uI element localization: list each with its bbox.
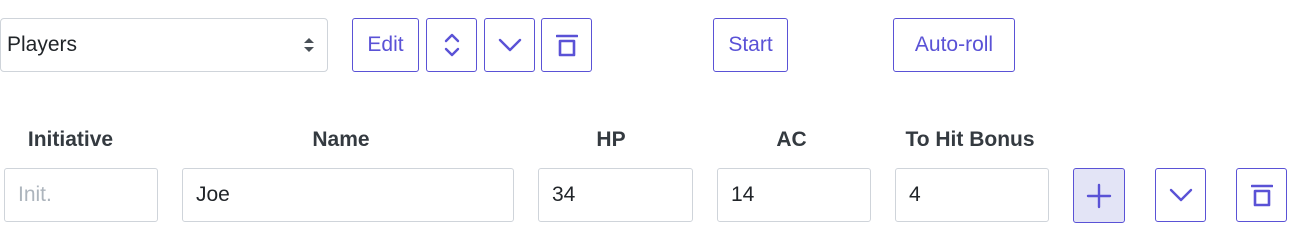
- hp-input[interactable]: [538, 168, 693, 222]
- delete-row-button[interactable]: [1236, 168, 1287, 222]
- plus-icon: [1086, 183, 1112, 208]
- trash-icon: [555, 34, 578, 57]
- header-name: Name: [312, 128, 370, 151]
- header-ac: AC: [776, 128, 807, 151]
- sort-caret-icon: [304, 38, 314, 52]
- edit-button-label: Edit: [367, 33, 404, 56]
- expand-row-button[interactable]: [1155, 168, 1206, 222]
- auto-roll-button[interactable]: Auto-roll: [893, 18, 1015, 72]
- start-button[interactable]: Start: [713, 18, 788, 72]
- trash-icon: [1250, 184, 1273, 207]
- group-select-value: Players: [7, 33, 78, 56]
- edit-button[interactable]: Edit: [352, 18, 419, 72]
- to-hit-bonus-input[interactable]: [895, 168, 1049, 222]
- header-initiative: Initiative: [27, 128, 114, 151]
- ac-input[interactable]: [717, 168, 871, 222]
- group-select[interactable]: Players: [0, 18, 328, 72]
- auto-roll-button-label: Auto-roll: [914, 33, 994, 56]
- header-hp: HP: [596, 128, 626, 151]
- start-button-label: Start: [728, 33, 773, 56]
- name-input[interactable]: [182, 168, 514, 222]
- chevron-down-icon: [498, 38, 521, 52]
- reorder-button[interactable]: [426, 18, 477, 72]
- add-combatant-button[interactable]: [1073, 168, 1125, 223]
- chevron-down-icon: [1169, 188, 1192, 202]
- expand-group-button[interactable]: [484, 18, 535, 72]
- header-to-hit-bonus: To Hit Bonus: [905, 128, 1035, 151]
- delete-group-button[interactable]: [541, 18, 592, 72]
- chevron-up-down-icon: [444, 33, 459, 57]
- initiative-input[interactable]: [4, 168, 158, 222]
